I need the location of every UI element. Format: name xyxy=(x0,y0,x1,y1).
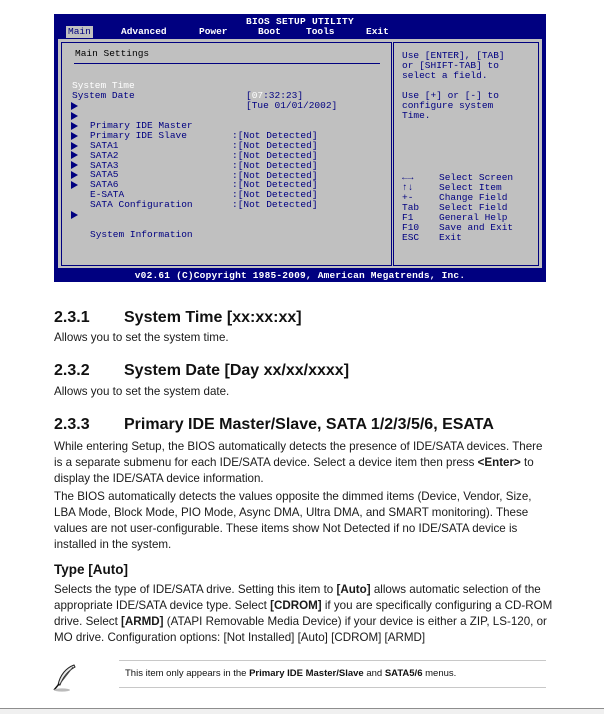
bios-row-sata6[interactable]: SATA6 :[Not Detected] xyxy=(62,160,392,200)
bios-row-sata2[interactable]: SATA2 :[Not Detected] xyxy=(62,131,392,171)
submenu-arrow-icon xyxy=(71,122,78,130)
section-body: Allows you to set the system time. xyxy=(54,331,229,344)
key-label: ESC xyxy=(402,232,420,243)
enter-key-label: <Enter> xyxy=(477,456,521,469)
section-heading-2-3-1: 2.3.1 System Time [xx:xx:xx] xyxy=(54,309,302,327)
page-gap xyxy=(0,709,604,714)
feather-pen-icon xyxy=(50,663,80,693)
section-paragraph: The BIOS automatically detects the value… xyxy=(54,490,532,551)
section-title: System Time [xx:xx:xx] xyxy=(124,309,302,326)
submenu-arrow-icon xyxy=(71,132,78,140)
bios-row-sata5[interactable]: SATA5 :[Not Detected] xyxy=(62,150,392,190)
submenu-arrow-icon xyxy=(71,171,78,179)
submenu-arrow-icon xyxy=(71,151,78,159)
key-description: Exit xyxy=(439,232,462,243)
section-number: 2.3.1 xyxy=(54,309,90,326)
bios-row-sata1[interactable]: SATA1 :[Not Detected] xyxy=(62,121,392,161)
note-text: This item only appears in the Primary ID… xyxy=(125,668,457,679)
bios-tab-exit[interactable]: Exit xyxy=(364,26,391,38)
submenu-arrow-icon xyxy=(71,142,78,150)
section-heading-2-3-3: 2.3.3 Primary IDE Master/Slave, SATA 1/2/… xyxy=(54,416,494,434)
help-line: Time. xyxy=(402,110,431,121)
submenu-arrow-icon xyxy=(71,181,78,189)
help-line: select a field. xyxy=(402,70,488,81)
bios-row-primary-ide-slave[interactable]: Primary IDE Slave :[Not Detected] xyxy=(62,111,392,151)
device-value: :[Not Detected] xyxy=(232,199,318,210)
section-number: 2.3.2 xyxy=(54,362,90,379)
bios-tab-bar: Main Advanced Power Boot Tools Exit xyxy=(54,26,546,38)
bios-row-esata[interactable]: E-SATA :[Not Detected] xyxy=(62,170,392,210)
section-paragraph: While entering Setup, the BIOS automatic… xyxy=(54,440,543,485)
section-body: Allows you to set the system date. xyxy=(54,385,230,398)
subheading-type-auto: Type [Auto] xyxy=(54,562,128,577)
manual-page: BIOS SETUP UTILITY Main Advanced Power B… xyxy=(0,0,604,708)
bios-tab-boot[interactable]: Boot xyxy=(256,26,283,38)
bios-row-system-information[interactable]: System Information xyxy=(62,210,392,240)
bios-row-system-time[interactable]: System Time [07:32:23] xyxy=(62,71,303,101)
bios-row-system-date[interactable]: System Date [Tue 01/01/2002] xyxy=(62,81,337,111)
bios-row-sata-configuration[interactable]: SATA Configuration xyxy=(62,180,392,210)
bios-setup-screenshot: BIOS SETUP UTILITY Main Advanced Power B… xyxy=(54,14,546,282)
submenu-arrow-icon xyxy=(71,211,78,219)
bios-row-primary-ide-master[interactable]: Primary IDE Master :[Not Detected] xyxy=(62,101,392,141)
device-label: SATA Configuration xyxy=(90,199,193,210)
system-date-label: System Date xyxy=(72,90,135,101)
type-paragraph: Selects the type of IDE/SATA drive. Sett… xyxy=(54,583,553,644)
section-number: 2.3.3 xyxy=(54,416,90,433)
bios-tab-power[interactable]: Power xyxy=(197,26,230,38)
submenu-arrow-icon xyxy=(71,112,78,120)
system-information-label: System Information xyxy=(90,229,193,240)
section-divider xyxy=(74,63,380,64)
bios-copyright-footer: v02.61 (C)Copyright 1985-2009, American … xyxy=(134,270,466,281)
section-title: System Date [Day xx/xx/xxxx] xyxy=(124,362,350,379)
note-top-rule xyxy=(119,660,546,661)
bios-tab-tools[interactable]: Tools xyxy=(304,26,337,38)
bios-help-panel: Use [ENTER], [TAB] or [SHIFT-TAB] to sel… xyxy=(393,42,539,266)
submenu-arrow-icon xyxy=(71,102,78,110)
note-bottom-rule xyxy=(119,687,546,688)
section-title: Primary IDE Master/Slave, SATA 1/2/3/5/6… xyxy=(124,416,494,433)
bios-section-title: Main Settings xyxy=(75,48,150,59)
submenu-arrow-icon xyxy=(71,161,78,169)
bios-tab-advanced[interactable]: Advanced xyxy=(119,26,169,38)
bios-settings-panel: Main Settings System Time [07:32:23] Sys… xyxy=(61,42,392,266)
section-heading-2-3-2: 2.3.2 System Date [Day xx/xx/xxxx] xyxy=(54,362,349,380)
bios-main-frame: Main Settings System Time [07:32:23] Sys… xyxy=(57,38,543,269)
bios-tab-main[interactable]: Main xyxy=(66,26,93,38)
